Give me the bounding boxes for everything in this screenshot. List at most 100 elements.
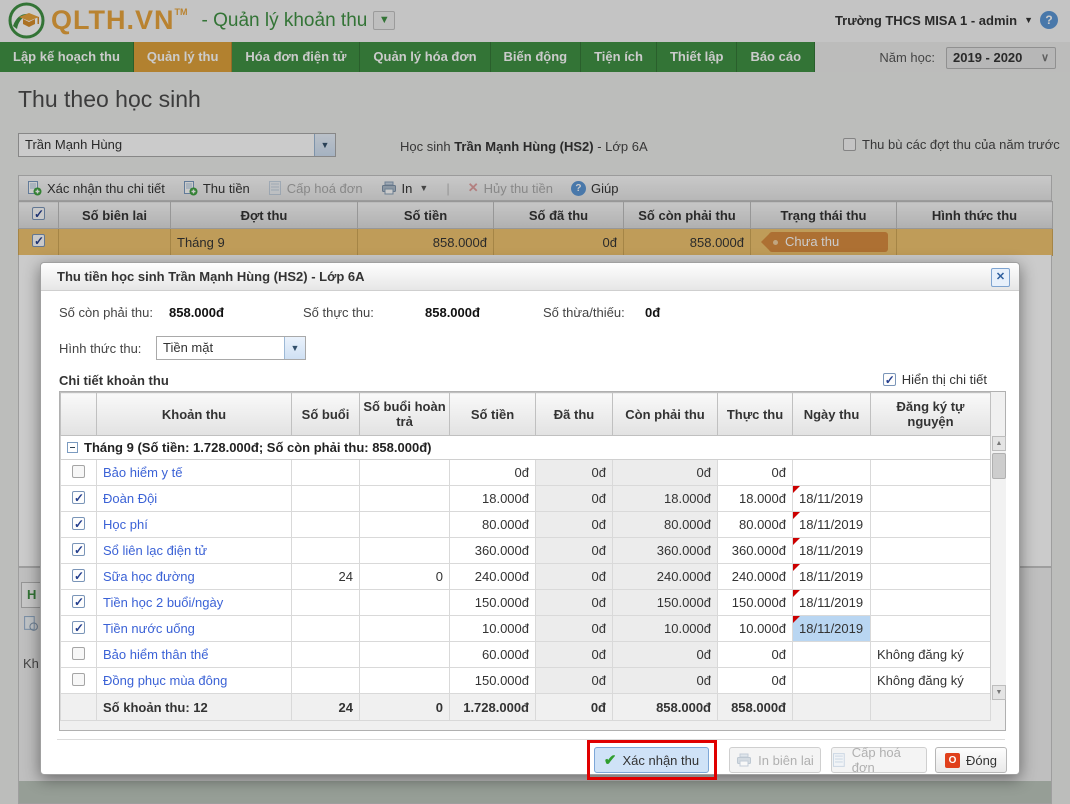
remaining-value: 858.000đ xyxy=(169,305,224,320)
close-o-icon: O xyxy=(945,753,960,768)
fee-date-text: 18/11/2019 xyxy=(799,543,863,558)
fee-name-link[interactable]: Sổ liên lạc điện tử xyxy=(103,543,207,558)
fee-voluntary: Không đăng ký xyxy=(871,642,991,668)
fee-row: Đồng phục mùa đông150.000đ0đ0đ0đKhông đă… xyxy=(61,668,991,694)
fee-date[interactable]: 18/11/2019 xyxy=(793,590,871,616)
fee-row: Sữa học đường240240.000đ0đ240.000đ240.00… xyxy=(61,564,991,590)
edited-flag-icon xyxy=(793,590,800,597)
fee-date[interactable]: 18/11/2019 xyxy=(793,538,871,564)
fee-sessions: 24 xyxy=(292,564,360,590)
fee-sessions xyxy=(292,616,360,642)
fee-row-checkbox[interactable] xyxy=(72,491,85,504)
fee-actual[interactable]: 0đ xyxy=(718,642,793,668)
scroll-down-icon[interactable]: ▼ xyxy=(992,685,1006,700)
fee-amount: 360.000đ xyxy=(450,538,536,564)
payment-method-arrow-icon[interactable]: ▼ xyxy=(284,337,305,359)
fee-row: Đoàn Đội18.000đ0đ18.000đ18.000đ18/11/201… xyxy=(61,486,991,512)
fee-amount: 240.000đ xyxy=(450,564,536,590)
fee-header-row: Khoản thu Số buổi Số buổi hoàn trả Số ti… xyxy=(61,393,991,436)
fee-date[interactable]: 18/11/2019 xyxy=(793,616,871,642)
fee-voluntary: Không đăng ký xyxy=(871,668,991,694)
fee-name-link[interactable]: Bảo hiểm thân thể xyxy=(103,647,209,662)
fee-date-text: 18/11/2019 xyxy=(799,569,863,584)
fee-row-checkbox[interactable] xyxy=(72,517,85,530)
fee-actual[interactable]: 80.000đ xyxy=(718,512,793,538)
fee-remaining: 360.000đ xyxy=(613,538,718,564)
fee-sessions xyxy=(292,668,360,694)
fee-date-text: 18/11/2019 xyxy=(799,595,863,610)
fee-paid: 0đ xyxy=(536,590,613,616)
edited-flag-icon xyxy=(793,486,800,493)
fee-row-checkbox[interactable] xyxy=(72,647,85,660)
fee-paid: 0đ xyxy=(536,642,613,668)
scroll-up-icon[interactable]: ▲ xyxy=(992,436,1006,451)
fee-row-checkbox[interactable] xyxy=(72,569,85,582)
issue-invoice-button: Cấp hoá đơn xyxy=(831,747,927,773)
fee-date[interactable] xyxy=(793,642,871,668)
fee-remaining: 0đ xyxy=(613,668,718,694)
fee-name-link[interactable]: Bảo hiểm y tế xyxy=(103,465,183,480)
fee-name-link[interactable]: Học phí xyxy=(103,517,148,532)
fee-remaining: 0đ xyxy=(613,460,718,486)
fee-date[interactable] xyxy=(793,460,871,486)
surplus-value: 0đ xyxy=(645,305,660,320)
fee-name-link[interactable]: Đồng phục mùa đông xyxy=(103,673,227,688)
total-amount: 1.728.000đ xyxy=(450,694,536,721)
payment-method-select[interactable]: Tiền mặt ▼ xyxy=(156,336,306,360)
fee-name-link[interactable]: Sữa học đường xyxy=(103,569,195,584)
fee-row-checkbox[interactable] xyxy=(72,543,85,556)
fee-row-checkbox[interactable] xyxy=(72,595,85,608)
fee-paid: 0đ xyxy=(536,668,613,694)
fee-refund: 0 xyxy=(360,564,450,590)
dialog-close-icon[interactable]: ✕ xyxy=(991,268,1010,287)
fee-group-label: Tháng 9 (Số tiền: 1.728.000đ; Số còn phả… xyxy=(84,440,431,455)
edited-flag-icon xyxy=(793,538,800,545)
fee-row-checkbox[interactable] xyxy=(72,621,85,634)
fee-group-row[interactable]: Tháng 9 (Số tiền: 1.728.000đ; Số còn phả… xyxy=(61,436,991,460)
fee-actual[interactable]: 0đ xyxy=(718,668,793,694)
fee-sessions xyxy=(292,590,360,616)
fee-date[interactable]: 18/11/2019 xyxy=(793,564,871,590)
fee-actual[interactable]: 0đ xyxy=(718,460,793,486)
fee-date[interactable] xyxy=(793,668,871,694)
close-button[interactable]: O Đóng xyxy=(935,747,1007,773)
collapse-icon[interactable] xyxy=(67,442,78,453)
fee-row-checkbox[interactable] xyxy=(72,673,85,686)
fee-amount: 80.000đ xyxy=(450,512,536,538)
fee-voluntary xyxy=(871,486,991,512)
fee-actual[interactable]: 150.000đ xyxy=(718,590,793,616)
fee-col-check xyxy=(61,393,97,436)
fee-actual[interactable]: 18.000đ xyxy=(718,486,793,512)
fee-sessions xyxy=(292,642,360,668)
fee-sessions xyxy=(292,512,360,538)
scroll-thumb[interactable] xyxy=(992,453,1006,479)
fee-amount: 18.000đ xyxy=(450,486,536,512)
fee-voluntary xyxy=(871,590,991,616)
fee-paid: 0đ xyxy=(536,512,613,538)
fee-name-link[interactable]: Tiền nước uống xyxy=(103,621,195,636)
fee-date[interactable]: 18/11/2019 xyxy=(793,486,871,512)
fee-amount: 60.000đ xyxy=(450,642,536,668)
fee-remaining: 18.000đ xyxy=(613,486,718,512)
fee-date[interactable]: 18/11/2019 xyxy=(793,512,871,538)
fee-col-amount: Số tiền xyxy=(450,393,536,436)
fee-actual[interactable]: 360.000đ xyxy=(718,538,793,564)
fee-refund xyxy=(360,590,450,616)
dialog-title: Thu tiền học sinh Trần Mạnh Hùng (HS2) -… xyxy=(41,263,1019,291)
fee-table-scrollbar[interactable]: ▲ ▼ xyxy=(990,436,1006,700)
detail-section-title: Chi tiết khoản thu xyxy=(59,373,169,388)
fee-remaining: 0đ xyxy=(613,642,718,668)
fee-actual[interactable]: 10.000đ xyxy=(718,616,793,642)
actual-value: 858.000đ xyxy=(425,305,480,320)
fee-name-link[interactable]: Đoàn Đội xyxy=(103,491,157,506)
fee-paid: 0đ xyxy=(536,460,613,486)
annotation-highlight xyxy=(587,740,717,780)
printer-icon xyxy=(736,753,752,767)
fee-actual[interactable]: 240.000đ xyxy=(718,564,793,590)
footer-separator xyxy=(57,739,1005,740)
show-detail-checkbox[interactable] xyxy=(883,373,896,386)
fee-name-link[interactable]: Tiền học 2 buổi/ngày xyxy=(103,595,223,610)
fee-row-checkbox[interactable] xyxy=(72,465,85,478)
invoice-icon xyxy=(832,753,846,768)
total-actual: 858.000đ xyxy=(718,694,793,721)
